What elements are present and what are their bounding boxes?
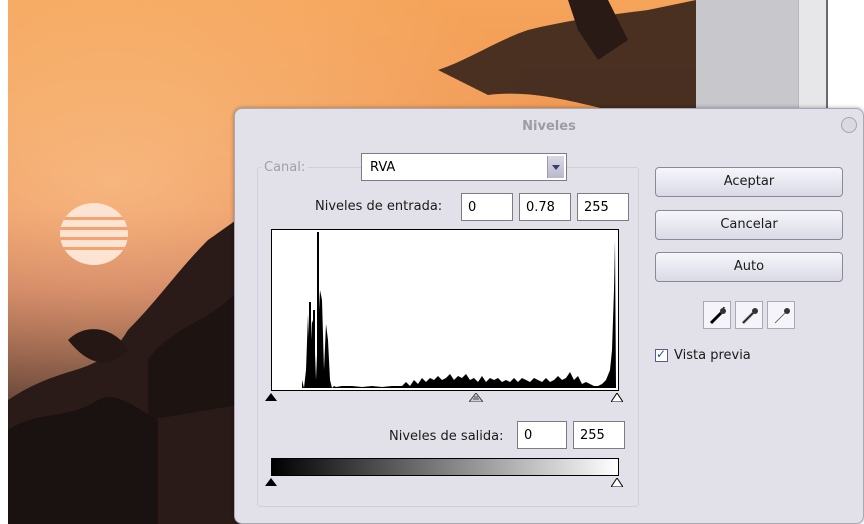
close-icon[interactable]	[841, 117, 857, 133]
gray-point-eyedropper-icon[interactable]	[735, 301, 763, 329]
input-levels-label: Niveles de entrada:	[315, 199, 443, 214]
output-gradient-bar	[271, 458, 619, 476]
white-point-eyedropper-icon[interactable]	[767, 301, 795, 329]
output-black-slider-handle[interactable]	[265, 478, 277, 486]
levels-dialog: Niveles Canal: RVA Niveles de entrada: 0…	[234, 108, 864, 524]
input-gamma-field[interactable]: 0.78	[519, 193, 571, 221]
ok-button[interactable]: Aceptar	[655, 167, 843, 197]
output-levels-label: Niveles de salida:	[389, 429, 504, 444]
input-black-field[interactable]: 0	[461, 193, 513, 221]
channel-value: RVA	[370, 160, 396, 175]
black-point-eyedropper-icon[interactable]	[703, 301, 731, 329]
scrollbar-track[interactable]	[798, 0, 827, 110]
channel-select[interactable]: RVA	[361, 153, 567, 181]
chevron-down-icon[interactable]	[547, 156, 564, 178]
workspace-edge	[826, 0, 864, 110]
auto-button[interactable]: Auto	[655, 252, 843, 282]
histogram	[271, 229, 619, 391]
histogram-graph	[272, 232, 616, 388]
input-white-field[interactable]: 255	[577, 193, 629, 221]
workspace-panel	[696, 0, 798, 110]
cancel-button[interactable]: Cancelar	[655, 210, 843, 240]
preview-checkbox[interactable]	[655, 347, 668, 362]
input-black-slider-handle[interactable]	[265, 393, 277, 401]
output-black-field[interactable]: 0	[517, 421, 567, 449]
preview-label: Vista previa	[674, 348, 751, 363]
output-white-field[interactable]: 255	[573, 421, 625, 449]
output-white-slider-handle[interactable]	[611, 478, 623, 487]
input-gamma-slider-handle[interactable]	[469, 393, 483, 402]
input-white-slider-handle[interactable]	[611, 393, 623, 402]
dialog-title: Niveles	[522, 119, 576, 134]
channel-label: Canal:	[261, 160, 309, 175]
